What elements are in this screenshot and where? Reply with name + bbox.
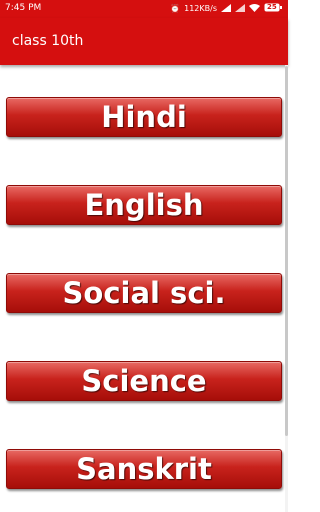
- app-bar: class 10th: [0, 18, 288, 65]
- subject-list: Hindi English Social sci. Science Sanskr…: [0, 65, 288, 512]
- science-button[interactable]: Science: [6, 361, 282, 401]
- status-icons: ⏰ 112KB/s 25: [170, 3, 282, 14]
- page-title: class 10th: [12, 33, 84, 49]
- social-science-button[interactable]: Social sci.: [6, 273, 282, 313]
- battery-level: 25: [267, 3, 277, 11]
- network-speed: 112KB/s: [184, 4, 217, 13]
- english-button[interactable]: English: [6, 185, 282, 225]
- signal-icon: [235, 3, 245, 14]
- signal-icon: [221, 3, 231, 14]
- scrollbar-thumb[interactable]: [285, 66, 288, 436]
- hindi-button[interactable]: Hindi: [6, 97, 282, 137]
- status-bar: 7:45 PM ⏰ 112KB/s 25: [0, 0, 288, 18]
- battery-icon: 25: [264, 3, 282, 14]
- sanskrit-button[interactable]: Sanskrit: [6, 449, 282, 489]
- alarm-icon: ⏰: [170, 4, 181, 13]
- status-time: 7:45 PM: [5, 3, 42, 13]
- wifi-icon: [249, 3, 260, 14]
